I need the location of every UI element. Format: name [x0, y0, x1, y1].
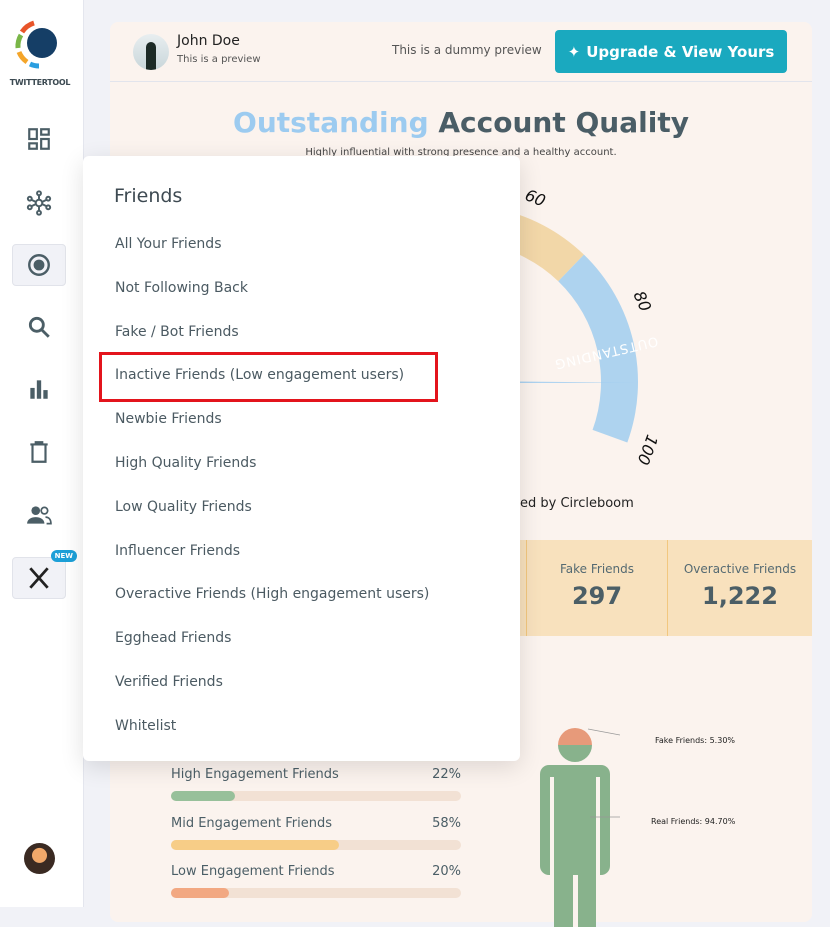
gauge-tick-80: 80	[630, 288, 656, 314]
friends-dropdown-menu: Friends All Your Friends Not Following Ba…	[83, 156, 520, 761]
engagement-bar	[171, 791, 461, 801]
menu-item[interactable]: Newbie Friends	[115, 411, 222, 427]
x-logo-icon	[29, 567, 49, 589]
stat-value: 297	[571, 582, 623, 610]
engagement-label: High Engagement Friends	[171, 767, 339, 782]
figure-head-real	[558, 745, 592, 762]
stat-overactive-friends: Overactive Friends 1,222	[667, 540, 812, 636]
menu-title: Friends	[114, 185, 183, 207]
user-avatar[interactable]	[24, 843, 55, 874]
sidebar-item-network[interactable]	[12, 182, 66, 224]
search-icon	[28, 316, 50, 338]
menu-item[interactable]: Overactive Friends (High engagement user…	[115, 586, 429, 602]
engagement-item: Mid Engagement Friends 58%	[171, 816, 461, 850]
dashboard-icon	[28, 128, 50, 150]
engagement-bar-fill	[171, 791, 235, 801]
fake-friends-label: Fake Friends: 5.30%	[655, 736, 736, 745]
menu-item[interactable]: High Quality Friends	[115, 455, 256, 471]
friends-figure	[540, 728, 620, 927]
sidebar-item-x[interactable]: NEW	[12, 550, 77, 599]
engagement-bar	[171, 839, 461, 850]
trash-icon	[30, 441, 48, 463]
sidebar: TWITTERTOOL NEW	[0, 0, 84, 907]
new-badge: NEW	[50, 550, 77, 562]
figure-head-fake	[558, 728, 592, 745]
stat-fake-friends: Fake Friends 297	[526, 540, 667, 636]
menu-item[interactable]: Fake / Bot Friends	[115, 324, 239, 340]
menu-item[interactable]: Not Following Back	[115, 280, 248, 296]
engagement-item: Low Engagement Friends 20%	[171, 864, 461, 898]
stat-label: Fake Friends	[559, 562, 635, 576]
menu-item[interactable]: Whitelist	[115, 718, 176, 734]
bar-chart-icon	[30, 380, 48, 399]
menu-item[interactable]: Verified Friends	[115, 674, 223, 690]
sidebar-item-analytics[interactable]	[12, 368, 66, 410]
engagement-label: Low Engagement Friends	[171, 864, 335, 879]
circle-target-icon	[28, 254, 50, 276]
gauge-tick-60: 60	[522, 185, 548, 210]
engagement-item: High Engagement Friends 22%	[171, 767, 461, 801]
menu-item[interactable]: Influencer Friends	[115, 543, 240, 559]
stat-value: 1,222	[702, 582, 778, 610]
users-icon	[27, 506, 52, 525]
sidebar-item-dashboard[interactable]	[12, 118, 66, 160]
sidebar-item-delete[interactable]	[12, 431, 66, 473]
network-icon	[26, 190, 52, 216]
engagement-pct: 22%	[432, 767, 461, 782]
sidebar-item-users[interactable]	[12, 494, 66, 536]
engagement-pct: 58%	[432, 815, 461, 831]
real-friends-label: Real Friends: 94.70%	[651, 817, 736, 826]
engagement-bar-fill	[171, 888, 229, 898]
powered-by: ed by Circleboom	[520, 496, 634, 511]
engagement-label: Mid Engagement Friends	[171, 815, 333, 831]
menu-item[interactable]: Low Quality Friends	[115, 499, 252, 515]
sidebar-item-search[interactable]	[12, 306, 66, 348]
stat-label: Overactive Friends	[683, 562, 797, 576]
menu-item[interactable]: All Your Friends	[115, 236, 222, 252]
engagement-pct: 20%	[432, 864, 461, 879]
highlight-box	[99, 352, 438, 402]
engagement-bar	[171, 888, 461, 898]
sidebar-item-friends[interactable]	[12, 244, 66, 286]
gauge-tick-100: 100	[633, 432, 661, 467]
twittertool-logo[interactable]	[14, 20, 64, 70]
engagement-bar-fill	[171, 839, 340, 850]
logo-text: TWITTERTOOL	[9, 78, 71, 87]
menu-item[interactable]: Egghead Friends	[115, 630, 231, 646]
